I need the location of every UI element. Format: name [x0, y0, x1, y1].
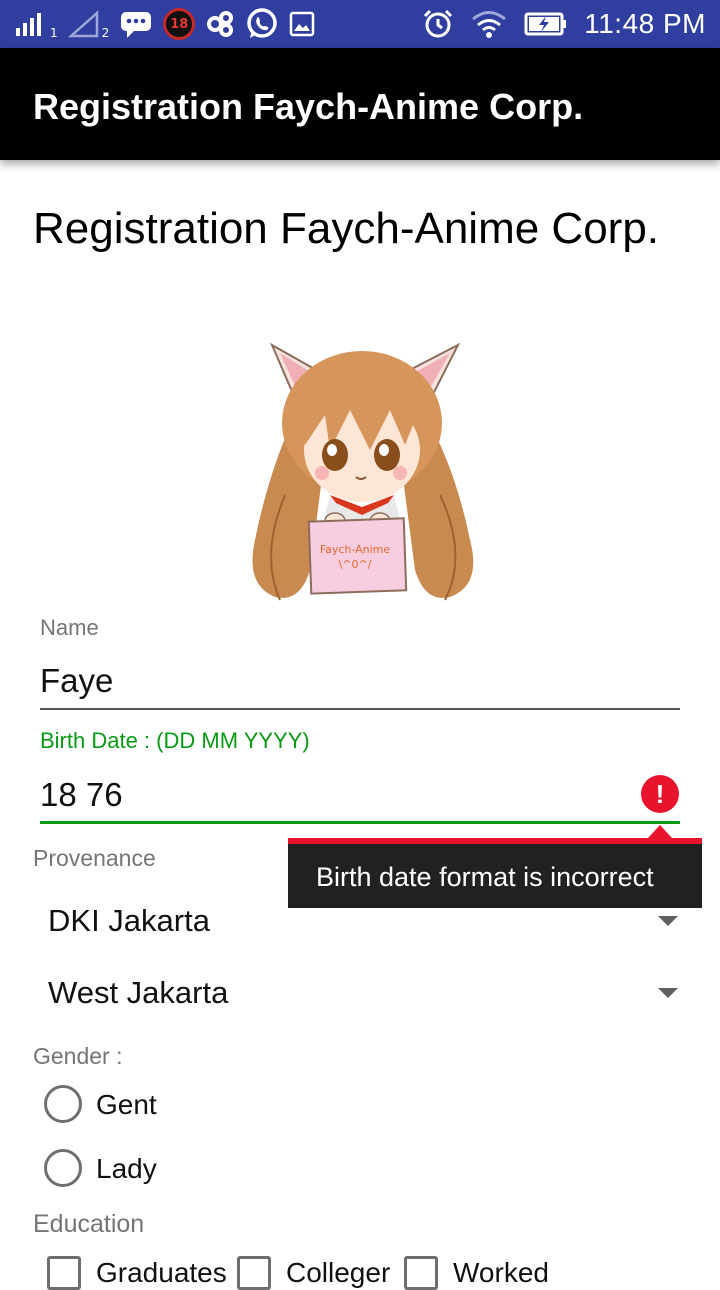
- name-input[interactable]: Faye: [40, 662, 113, 700]
- status-right-icons: 11:48 PM: [422, 6, 706, 42]
- status-time: 11:48 PM: [584, 8, 706, 39]
- chat-icon: [121, 12, 152, 38]
- signal-icon: [16, 13, 41, 36]
- whatsapp-icon: [247, 8, 278, 38]
- page-title: Registration Faych-Anime Corp.: [33, 204, 660, 253]
- alarm-icon: [424, 9, 453, 38]
- sim1-label: 1: [50, 26, 58, 40]
- badge-icon: 18: [163, 8, 196, 40]
- checkbox-colleger-label[interactable]: Colleger: [286, 1257, 390, 1289]
- city-spinner[interactable]: West Jakarta: [48, 975, 228, 1011]
- app-bar-title: Registration Faych-Anime Corp.: [33, 86, 584, 127]
- checkbox-worked-label[interactable]: Worked: [453, 1257, 549, 1289]
- infinity-icon: [207, 11, 234, 37]
- birth-date-label: Birth Date : (DD MM YYYY): [40, 728, 310, 753]
- status-left-icons: 1 2 18: [14, 6, 315, 42]
- chevron-down-icon[interactable]: [658, 988, 678, 998]
- mascot-sign-line1: Faych-Anime: [320, 543, 391, 556]
- mascot-image: Faych-Anime \^0^/: [252, 342, 474, 601]
- mascot-sign-line2: \^0^/: [339, 558, 372, 571]
- provenance-label: Provenance: [33, 845, 156, 871]
- radio-lady[interactable]: [44, 1149, 82, 1187]
- radio-lady-label[interactable]: Lady: [96, 1153, 157, 1185]
- app-bar: Registration Faych-Anime Corp.: [0, 48, 720, 160]
- checkbox-graduates-label[interactable]: Graduates: [96, 1257, 227, 1289]
- error-tooltip: Birth date format is incorrect: [288, 838, 702, 908]
- education-label: Education: [33, 1210, 145, 1238]
- sim2-label: 2: [101, 26, 110, 40]
- chevron-down-icon[interactable]: [658, 916, 678, 926]
- error-message: Birth date format is incorrect: [316, 862, 654, 892]
- birth-date-input[interactable]: 18 76: [40, 776, 123, 814]
- tooltip-arrow: [648, 825, 672, 838]
- radio-gent-label[interactable]: Gent: [96, 1089, 157, 1121]
- checkbox-graduates[interactable]: [47, 1256, 81, 1290]
- radio-gent[interactable]: [44, 1085, 82, 1123]
- error-icon[interactable]: !: [641, 775, 679, 813]
- checkbox-worked[interactable]: [404, 1256, 438, 1290]
- name-label: Name: [40, 615, 99, 640]
- image-icon: [290, 11, 315, 37]
- wifi-icon: [472, 11, 507, 38]
- status-bar: 1 2 18 11:48 PM: [0, 0, 720, 48]
- signal-icon: [67, 10, 98, 38]
- battery-icon: [524, 12, 567, 36]
- birth-date-underline: [40, 821, 680, 824]
- gender-label: Gender :: [33, 1043, 123, 1069]
- checkbox-colleger[interactable]: [237, 1256, 271, 1290]
- name-underline: [40, 708, 680, 710]
- province-spinner[interactable]: DKI Jakarta: [48, 903, 210, 939]
